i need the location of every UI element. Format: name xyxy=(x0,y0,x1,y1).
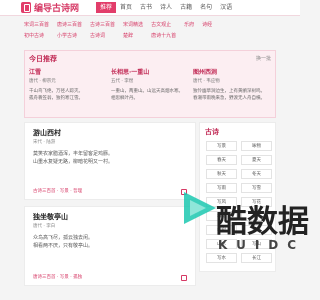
collection-link[interactable]: 唐诗十九首 xyxy=(151,32,176,39)
collection-link[interactable]: 唐诗三百首 xyxy=(57,21,82,28)
recommend-card[interactable]: 江雪 唐代 · 柳宗元 千山鸟飞绝，万径人踪灭。 孤舟蓑笠翁，独钓寒江雪。 xyxy=(29,67,109,115)
category-tag[interactable]: 咏物 xyxy=(241,141,272,151)
collection-link[interactable]: 诗经 xyxy=(202,21,212,28)
collection-link[interactable]: 古诗三百首 xyxy=(90,21,115,28)
collection-links: 宋词三百首 唐诗三百首 古诗三百首 宋词精选 古文观止 乐府 诗经 初中古诗 小… xyxy=(24,21,276,39)
poem-tags[interactable]: 古诗三百首 · 写景 · 哲理 xyxy=(33,188,82,194)
poem-card: 独坐敬亭山 唐代 · 李白 众鸟高飞尽，孤云独去闲。 相看两不厌，只有敬亭山。 … xyxy=(24,206,196,286)
play-logo-icon xyxy=(184,192,216,224)
collection-link[interactable]: 宋词精选 xyxy=(123,21,143,28)
recommend-author: 唐代 · 韦应物 xyxy=(193,79,220,84)
category-tag[interactable]: 夏天 xyxy=(241,155,272,165)
recommend-line: 春潮带雨晚来急，野渡无人舟自横。 xyxy=(193,96,265,101)
poem-line: 众鸟高飞尽，孤云独去闲。 xyxy=(33,235,94,241)
watermark-subtext: KUIDC xyxy=(218,238,306,252)
category-tag[interactable]: 写景 xyxy=(206,141,237,151)
recommend-title[interactable]: 长相思·一重山 xyxy=(111,67,191,76)
recommend-title[interactable]: 图州西涧 xyxy=(193,67,273,76)
nav-item-books[interactable]: 古书 xyxy=(136,2,156,13)
poem-body: 众鸟高飞尽，孤云独去闲。 相看两不厌，只有敬亭山。 xyxy=(33,234,93,250)
collection-link[interactable]: 小学古诗 xyxy=(57,32,82,39)
recommend-heading: 今日推荐 xyxy=(29,55,57,63)
site-logo-text[interactable]: 编导古诗网 xyxy=(34,1,79,14)
nav-item-dictionary[interactable]: 汉语 xyxy=(216,2,236,13)
recommend-line: 独怜幽草涧边生，上有黄鹂深树鸣。 xyxy=(193,89,265,94)
recommend-line: 相思枫叶丹。 xyxy=(111,96,138,101)
poem-line: 山重水复疑无路，柳暗花明又一村。 xyxy=(33,159,114,165)
sidebar-heading: 古诗 xyxy=(205,128,219,136)
category-tag[interactable]: 秋天 xyxy=(206,169,237,179)
watermark-text: 酷数据 xyxy=(216,204,309,240)
poem-author[interactable]: 唐代 · 李白 xyxy=(33,223,55,229)
book-logo-icon[interactable] xyxy=(21,2,31,13)
recommend-title[interactable]: 江雪 xyxy=(29,67,109,76)
recommend-card[interactable]: 图州西涧 唐代 · 韦应物 独怜幽草涧边生，上有黄鹂深树鸣。 春潮带雨晚来急，野… xyxy=(193,67,273,115)
poem-tags[interactable]: 唐诗三百首 · 写景 · 孤独 xyxy=(33,274,82,280)
poem-body: 莫笑农家腊酒浑，丰年留客足鸡豚。 山重水复疑无路，柳暗花明又一村。 xyxy=(33,150,113,166)
collection-link[interactable]: 古诗词 xyxy=(90,32,115,39)
nav-item-home[interactable]: 首页 xyxy=(116,2,136,13)
recommend-line: 千山鸟飞绝，万径人踪灭。 xyxy=(29,89,83,94)
collection-link[interactable]: 宋词三百首 xyxy=(24,21,49,28)
recommend-author: 唐代 · 柳宗元 xyxy=(29,79,56,84)
nav-item-poets[interactable]: 诗人 xyxy=(156,2,176,13)
poem-line: 莫笑农家腊酒浑，丰年留客足鸡豚。 xyxy=(33,151,114,157)
poem-title[interactable]: 独坐敬亭山 xyxy=(33,212,68,222)
watermark-logo: 酷数据 KUIDC xyxy=(176,186,309,282)
recommend-author: 五代 · 李煜 xyxy=(111,79,134,84)
today-recommend-panel: 今日推荐 换一批 江雪 唐代 · 柳宗元 千山鸟飞绝，万径人踪灭。 孤舟蓑笠翁，… xyxy=(24,50,276,118)
category-tag[interactable]: 春天 xyxy=(206,155,237,165)
poem-title[interactable]: 游山西村 xyxy=(33,128,61,138)
recommend-card[interactable]: 长相思·一重山 五代 · 李煜 一重山，两重山。山远天高烟水寒。 相思枫叶丹。 xyxy=(111,67,191,115)
collection-link[interactable]: 楚辞 xyxy=(123,32,143,39)
category-tag[interactable]: 冬天 xyxy=(241,169,272,179)
poem-card: 游山西村 宋代 · 陆游 莫笑农家腊酒浑，丰年留客足鸡豚。 山重水复疑无路，柳暗… xyxy=(24,122,196,200)
top-bar: 编导古诗网 推荐 首页 古书 诗人 古籍 名句 汉语 xyxy=(0,0,300,16)
nav-item-quotes[interactable]: 名句 xyxy=(196,2,216,13)
poem-line: 相看两不厌，只有敬亭山。 xyxy=(33,243,94,249)
collection-link[interactable]: 乐府 xyxy=(184,21,194,28)
refresh-link[interactable]: 换一批 xyxy=(256,55,271,62)
nav-item-recommend[interactable]: 推荐 xyxy=(96,2,117,13)
recommend-line: 一重山，两重山。山远天高烟水寒。 xyxy=(111,89,183,94)
collection-link[interactable]: 初中古诗 xyxy=(24,32,49,39)
collection-link[interactable]: 古文观止 xyxy=(151,21,176,28)
nav-item-classics[interactable]: 古籍 xyxy=(176,2,196,13)
poem-author[interactable]: 宋代 · 陆游 xyxy=(33,139,55,145)
recommend-line: 孤舟蓑笠翁，独钓寒江雪。 xyxy=(29,96,83,101)
main-nav: 推荐 首页 古书 诗人 古籍 名句 汉语 xyxy=(96,2,236,13)
